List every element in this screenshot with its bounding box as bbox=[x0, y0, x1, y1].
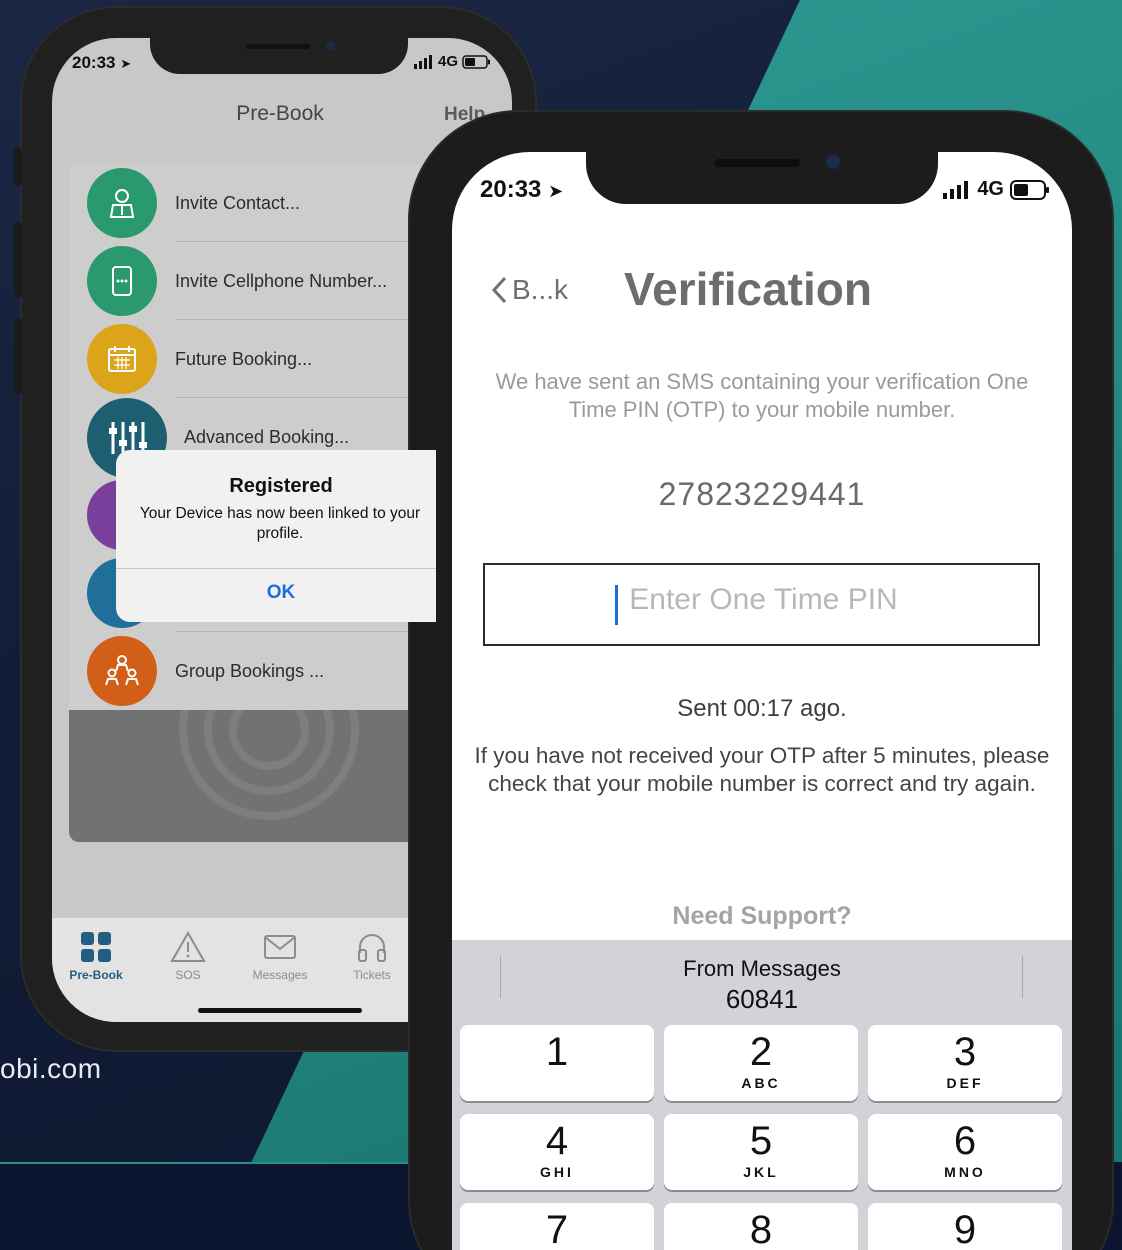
otp-placeholder: Enter One Time PIN bbox=[629, 583, 898, 616]
otp-input[interactable]: Enter One Time PIN bbox=[483, 563, 1040, 646]
cellphone-icon bbox=[87, 246, 157, 316]
fingerprint-panel bbox=[69, 710, 429, 842]
otp-autofill-suggestion[interactable]: From Messages 60841 bbox=[452, 940, 1072, 1018]
background-accent-line bbox=[0, 1162, 420, 1164]
menu-item-label: Invite Cellphone Number... bbox=[175, 271, 388, 291]
home-indicator bbox=[198, 1008, 362, 1013]
grid-icon bbox=[56, 930, 136, 964]
group-icon bbox=[87, 636, 157, 706]
sent-timer: Sent 00:17 ago. bbox=[677, 695, 847, 722]
envelope-icon bbox=[240, 930, 320, 964]
sms-notice: We have sent an SMS containing your veri… bbox=[495, 369, 1029, 422]
alert-title: Registered bbox=[229, 475, 333, 497]
battery-icon bbox=[1010, 179, 1049, 200]
tab-label: Pre-Book bbox=[69, 968, 123, 982]
network-label: 4G bbox=[977, 178, 1004, 200]
network-label: 4G bbox=[437, 53, 458, 70]
menu-item-label: Invite Contact... bbox=[175, 193, 301, 213]
calendar-icon bbox=[87, 324, 157, 394]
signal-icon bbox=[943, 180, 969, 199]
chevron-left-icon bbox=[491, 276, 507, 304]
menu-item-group-bookings[interactable]: Group Bookings ... bbox=[69, 632, 429, 710]
tab-pre-book[interactable]: Pre-Book bbox=[56, 930, 136, 982]
tab-label: Tickets bbox=[353, 968, 391, 982]
prebook-menu: Invite Contact... Invite Cellphone Numbe… bbox=[69, 164, 429, 710]
battery-icon bbox=[462, 54, 490, 69]
status-time: 20:33 ➤ bbox=[72, 53, 132, 72]
front-phone-notch bbox=[586, 150, 938, 204]
menu-item-label: Group Bookings ... bbox=[175, 661, 325, 681]
page-title: Verification bbox=[624, 263, 872, 315]
website-domain-text: obi.com bbox=[0, 1053, 102, 1084]
warning-icon bbox=[148, 930, 228, 964]
camera-icon bbox=[826, 155, 840, 169]
status-time: 20:33 ➤ bbox=[480, 176, 564, 203]
location-arrow-icon: ➤ bbox=[120, 56, 132, 71]
back-button[interactable]: B...k bbox=[490, 274, 568, 306]
camera-icon bbox=[326, 41, 336, 51]
numeric-keyboard: From Messages 60841 1 2 ABC 3 DEF 4 GHI 5 JK… bbox=[452, 940, 1072, 1250]
mobile-number: 27823229441 bbox=[658, 476, 866, 512]
mute-switch bbox=[14, 148, 22, 186]
tab-label: Messages bbox=[252, 968, 308, 982]
menu-item-invite-contact[interactable]: Invite Contact... bbox=[69, 164, 429, 242]
contact-person-icon bbox=[87, 168, 157, 238]
key-7[interactable]: 7 bbox=[460, 1203, 654, 1250]
volume-up-button bbox=[14, 222, 22, 298]
menu-item-future-booking[interactable]: Future Booking... bbox=[69, 320, 429, 398]
suggestion-source: From Messages bbox=[683, 956, 841, 981]
otp-help-text: If you have not received your OTP after … bbox=[474, 743, 1050, 796]
key-1[interactable]: 1 bbox=[460, 1025, 654, 1101]
front-phone-screen: 20:33 ➤ 4G B...k Verification We have se… bbox=[452, 152, 1072, 1250]
key-5[interactable]: 5 JKL bbox=[664, 1114, 858, 1190]
back-phone-notch bbox=[150, 38, 408, 74]
alert-divider bbox=[116, 568, 436, 569]
tab-sos[interactable]: SOS bbox=[148, 930, 228, 982]
back-label: B...k bbox=[512, 274, 569, 305]
alert-message: Your Device has now been linked to your … bbox=[139, 505, 421, 542]
key-2[interactable]: 2 ABC bbox=[664, 1025, 858, 1101]
tab-label: SOS bbox=[175, 968, 201, 982]
key-4[interactable]: 4 GHI bbox=[460, 1114, 654, 1190]
page-title: Pre-Book bbox=[236, 102, 324, 125]
ok-button[interactable]: OK bbox=[116, 582, 446, 604]
need-support-link[interactable]: Need Support? bbox=[452, 902, 1072, 931]
menu-item-label: Future Booking... bbox=[175, 349, 313, 369]
signal-icon bbox=[413, 54, 432, 69]
key-8[interactable]: 8 bbox=[664, 1203, 858, 1250]
key-6[interactable]: 6 MNO bbox=[868, 1114, 1062, 1190]
registered-alert: Registered Your Device has now been link… bbox=[116, 450, 436, 622]
headphones-icon bbox=[332, 930, 412, 964]
tab-messages[interactable]: Messages bbox=[240, 930, 320, 982]
suggestion-code: 60841 bbox=[725, 984, 799, 1014]
menu-item-invite-cellphone[interactable]: Invite Cellphone Number... bbox=[69, 242, 429, 320]
key-3[interactable]: 3 DEF bbox=[868, 1025, 1062, 1101]
volume-down-button bbox=[14, 318, 22, 394]
tab-tickets[interactable]: Tickets bbox=[332, 930, 412, 982]
menu-item-label: Advanced Booking... bbox=[184, 427, 350, 447]
key-9[interactable]: 9 bbox=[868, 1203, 1062, 1250]
location-arrow-icon: ➤ bbox=[548, 181, 564, 201]
